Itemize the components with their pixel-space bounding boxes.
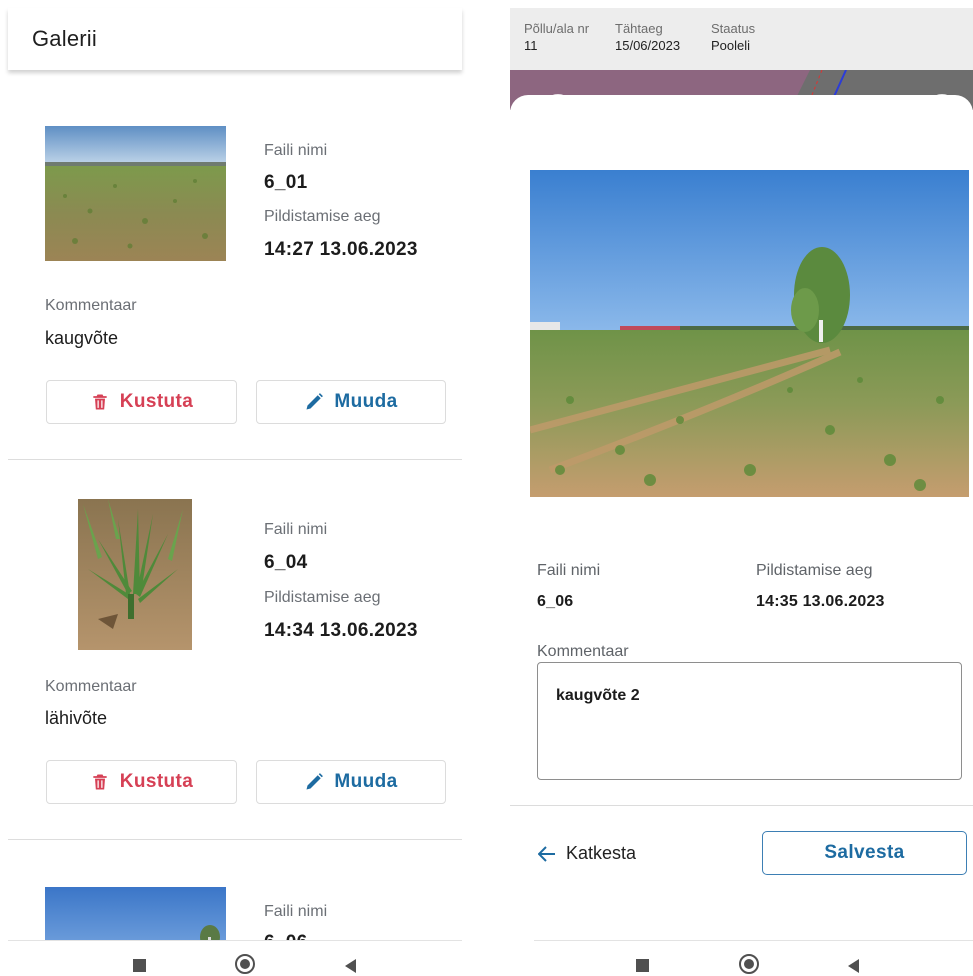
page-title: Galerii	[32, 26, 97, 51]
field-number-label: Põllu/ala nr	[524, 21, 590, 36]
edit-button-label: Muuda	[334, 391, 398, 412]
trash-icon	[93, 774, 107, 790]
delete-button-label: Kustuta	[119, 771, 194, 792]
comment-label: Kommentaar	[45, 297, 137, 314]
capture-time-label: Pildistamise aeg	[264, 589, 381, 606]
system-nav-bar	[0, 940, 470, 976]
edit-button[interactable]: Muuda	[256, 380, 446, 424]
nav-back-icon[interactable]	[345, 959, 356, 973]
cancel-button[interactable]: Katkesta	[538, 843, 636, 864]
file-name-value: 6_04	[264, 552, 308, 573]
capture-time-value: 14:27 13.06.2023	[264, 239, 418, 260]
gallery-screen: Galerii Faili nimi 6_01 Pildistamise aeg…	[0, 0, 470, 976]
nav-back-icon[interactable]	[848, 959, 859, 973]
comment-label: Kommentaar	[537, 643, 629, 660]
comment-value: kaugvõte	[45, 328, 119, 348]
nav-home-icon[interactable]	[739, 954, 759, 974]
status-label: Staatus	[711, 21, 756, 36]
comment-value: lähivõte	[45, 708, 108, 728]
trash-icon	[93, 394, 107, 410]
comment-field[interactable]: kaugvõte 2	[537, 662, 962, 780]
edit-button[interactable]: Muuda	[256, 760, 446, 804]
field-number-value: 11	[524, 38, 538, 53]
capture-time-label: Pildistamise aeg	[264, 208, 381, 225]
save-button[interactable]: Salvesta	[762, 831, 967, 875]
photo-thumbnail[interactable]	[45, 126, 226, 261]
photo-thumbnail[interactable]	[45, 887, 226, 947]
pencil-icon	[306, 393, 324, 410]
file-name-label: Faili nimi	[264, 521, 328, 538]
card-divider	[8, 839, 462, 840]
delete-button-label: Kustuta	[119, 391, 194, 412]
delete-button[interactable]: Kustuta	[46, 760, 237, 804]
comment-field-value: kaugvõte 2	[556, 687, 640, 704]
file-name-label: Faili nimi	[264, 903, 328, 920]
photo-edit-screen: Põllu/ala nr 11 Tähtaeg 15/06/2023 Staat…	[510, 0, 973, 976]
save-button-label: Salvesta	[824, 842, 905, 863]
card-divider	[8, 459, 462, 460]
file-name-label: Faili nimi	[537, 562, 601, 579]
file-name-value: 6_01	[264, 172, 308, 193]
delete-button[interactable]: Kustuta	[46, 380, 237, 424]
capture-time-value: 14:35 13.06.2023	[756, 593, 885, 610]
pencil-icon	[306, 773, 324, 790]
file-name-label: Faili nimi	[264, 142, 328, 159]
photo-preview	[530, 170, 969, 497]
status-value: Pooleli	[711, 38, 751, 53]
nav-recents-icon[interactable]	[636, 959, 649, 972]
cancel-button-label: Katkesta	[566, 843, 637, 863]
nav-home-icon[interactable]	[235, 954, 255, 974]
arrow-left-icon	[538, 845, 555, 862]
photo-thumbnail[interactable]	[78, 499, 192, 650]
comment-label: Kommentaar	[45, 678, 137, 695]
capture-time-label: Pildistamise aeg	[756, 562, 873, 579]
file-name-value: 6_06	[537, 593, 574, 610]
edit-button-label: Muuda	[334, 771, 398, 792]
system-nav-bar	[510, 940, 973, 976]
deadline-label: Tähtaeg	[615, 21, 663, 36]
nav-recents-icon[interactable]	[133, 959, 146, 972]
gallery-header: Galerii	[8, 8, 462, 70]
deadline-value: 15/06/2023	[615, 38, 681, 53]
task-info-bar: Põllu/ala nr 11 Tähtaeg 15/06/2023 Staat…	[510, 8, 973, 70]
action-divider	[510, 805, 973, 806]
capture-time-value: 14:34 13.06.2023	[264, 620, 418, 641]
